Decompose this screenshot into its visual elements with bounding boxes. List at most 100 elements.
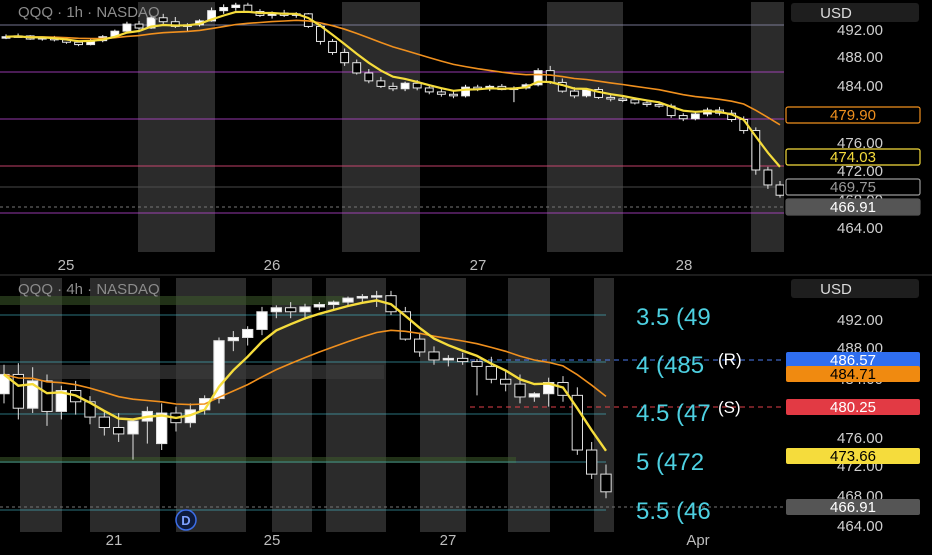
x-tick-label: 28 [676, 257, 693, 274]
candle-body [98, 416, 110, 429]
candle-body [500, 378, 512, 385]
chart-title: QQQ · 4h · NASDAQ [18, 281, 160, 298]
candle-body [340, 51, 350, 64]
candle-body [414, 338, 426, 353]
chart-title: QQQ · 1h · NASDAQ [18, 4, 160, 21]
session-shade [420, 2, 547, 252]
candle-body [449, 93, 458, 97]
price-tag-label: 479.90 [830, 107, 876, 124]
candle-body [122, 23, 132, 32]
price-tag-label: 466.91 [830, 199, 876, 216]
level-label: (S) [718, 398, 741, 417]
y-tick-label: 464.00 [837, 220, 883, 237]
session-shade [160, 278, 176, 532]
x-tick-label: 27 [470, 257, 487, 274]
candle-body [299, 306, 311, 313]
session-shade [751, 2, 784, 252]
session-shade [138, 2, 215, 252]
x-tick-label: 27 [440, 532, 457, 549]
candle-body [428, 351, 440, 361]
candle-body [364, 72, 374, 82]
candle-body [270, 307, 282, 313]
candle-body [113, 427, 125, 435]
y-tick-label: 476.00 [837, 430, 883, 447]
candle-body [156, 412, 168, 445]
session-shade [326, 278, 386, 532]
candle-body [514, 383, 526, 398]
chart-svg: 492.00488.00484.00480.00476.00472.00468.… [0, 0, 932, 550]
session-shade [342, 2, 420, 252]
candle-body [371, 295, 383, 298]
candle-body [231, 4, 241, 9]
candle-body [606, 96, 616, 100]
currency-label: USD [820, 281, 852, 298]
candle-body [376, 80, 386, 87]
candle-body [285, 307, 297, 313]
candle-body [600, 473, 612, 493]
x-tick-label: 25 [58, 257, 75, 274]
y-tick-label: 492.00 [837, 22, 883, 39]
candle-body [328, 301, 340, 306]
session-shade [272, 278, 312, 532]
candle-body [227, 336, 239, 342]
candle-body [313, 304, 325, 308]
candle-body [134, 23, 144, 29]
x-tick-label: Apr [686, 532, 709, 549]
price-tag-label: 466.91 [830, 499, 876, 516]
session-shade [594, 278, 614, 532]
dividend-badge-label: D [181, 513, 190, 528]
candle-body [424, 87, 434, 93]
candle-body [342, 297, 354, 303]
candle-body [457, 357, 469, 363]
price-tag-label: 469.75 [830, 179, 876, 196]
candle-body [158, 17, 168, 23]
session-shade [90, 278, 160, 532]
level-label: (R) [718, 350, 742, 369]
level-label: 3.5 (49 [636, 304, 711, 331]
candle-body [690, 113, 700, 120]
currency-label: USD [820, 5, 852, 22]
candle-body [356, 295, 368, 299]
session-shade [466, 278, 508, 532]
candle-body [243, 4, 253, 12]
x-tick-label: 25 [264, 532, 281, 549]
candle-body [400, 82, 410, 90]
candle-body [528, 393, 540, 398]
session-shade [508, 278, 550, 532]
candle-body [642, 102, 652, 106]
candle-body [586, 449, 598, 475]
x-tick-label: 21 [106, 532, 123, 549]
level-label: 4.5 (47 [636, 400, 711, 427]
candle-body [630, 99, 640, 104]
candle-body [654, 104, 664, 107]
candle-body [569, 90, 579, 97]
price-tag-label: 484.71 [830, 366, 876, 383]
candle-body [412, 82, 422, 89]
candle-body [545, 70, 555, 83]
price-tag-label: 474.03 [830, 149, 876, 166]
y-tick-label: 492.00 [837, 312, 883, 329]
price-tag-label: 480.25 [830, 399, 876, 416]
candle-body [12, 373, 24, 409]
currency-box [791, 3, 919, 22]
level-label: 5.5 (46 [636, 498, 711, 525]
session-shade [547, 2, 623, 252]
candle-body [328, 40, 337, 53]
candle-body [213, 340, 225, 400]
candle-body [678, 115, 688, 120]
candle-body [618, 98, 628, 102]
price-tag-label: 473.66 [830, 448, 876, 465]
session-shade [623, 2, 751, 252]
candle-body [436, 91, 446, 95]
candle-body [242, 328, 254, 338]
candle-body [775, 184, 785, 196]
candle-body [219, 7, 229, 12]
level-label: 5 (472 [636, 449, 704, 476]
candle-body [471, 361, 483, 367]
candle-body [127, 420, 139, 435]
y-tick-label: 484.00 [837, 78, 883, 95]
candle-body [388, 85, 398, 90]
candle-body [256, 311, 268, 330]
candle-body [74, 41, 83, 46]
candle-body [763, 169, 773, 186]
